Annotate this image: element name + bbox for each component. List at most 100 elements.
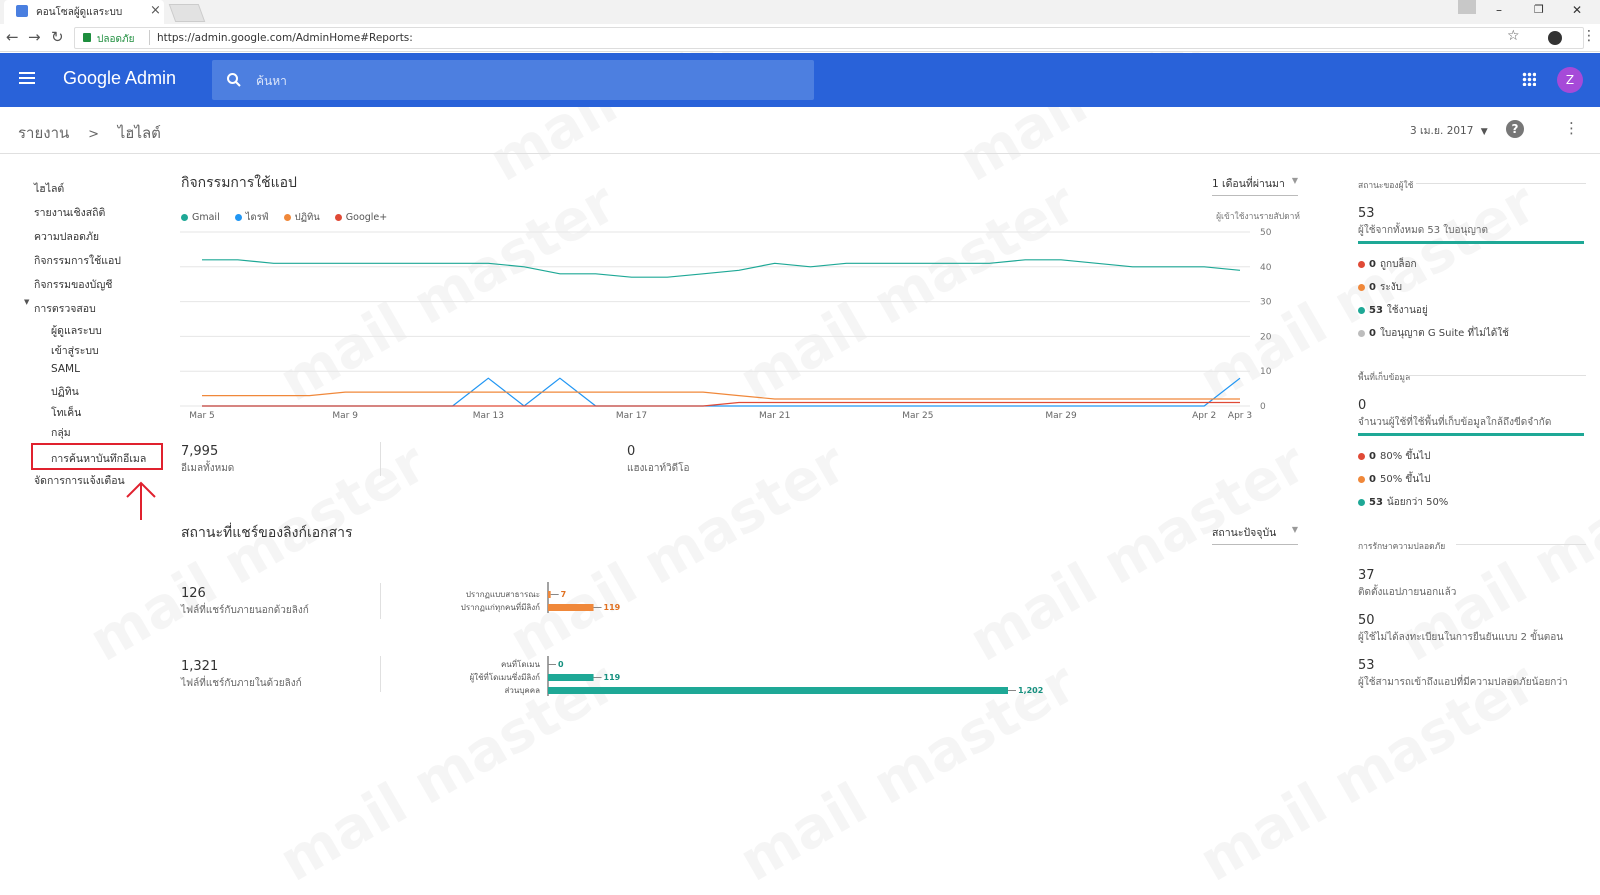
bar	[548, 604, 594, 611]
restore-icon[interactable]: ❐	[1534, 3, 1544, 16]
bookmark-star-icon[interactable]: ☆	[1507, 28, 1520, 44]
status-row-blocked: 0 ถูกบล็อก	[1358, 257, 1417, 272]
status-dot	[1358, 498, 1365, 506]
sharing-status-dropdown[interactable]: สถานะปัจจุบัน ▼	[1212, 524, 1298, 545]
sidebar-item-statistics[interactable]: รายงานเชิงสถิติ	[34, 204, 105, 221]
sidebar-item-calendar[interactable]: ปฏิทิน	[51, 383, 79, 400]
date-label: 3 เม.ย. 2017	[1410, 125, 1474, 137]
divider	[380, 442, 381, 476]
legend-item-googleplus: Google+	[334, 212, 388, 223]
legend-label: Google+	[345, 212, 388, 223]
url-text: https://admin.google.com/AdminHome#Repor…	[157, 32, 413, 44]
bar-category-label: คนที่โดเมน	[501, 658, 541, 669]
breadcrumb-bar: รายงาน > ไฮไลต์ 3 เม.ย. 2017 ▼ ? ⋮	[0, 108, 1600, 154]
sidebar-item-admin[interactable]: ผู้ดูแลระบบ	[51, 322, 102, 339]
lock-icon	[83, 33, 91, 42]
sidebar-item-manage-alerts[interactable]: จัดการการแจ้งเตือน	[34, 472, 125, 489]
period-label: 1 เดือนที่ผ่านมา	[1212, 178, 1285, 190]
breadcrumb-root[interactable]: รายงาน	[18, 124, 69, 142]
breadcrumb-separator: >	[88, 127, 99, 142]
status-label: 50% ขึ้นไป	[1379, 474, 1431, 485]
storage-panel: พื้นที่เก็บข้อมูล	[1358, 370, 1586, 384]
browser-tab[interactable]: คอนโซลผู้ดูแลระบบ ×	[4, 0, 164, 24]
sidebar-item-groups[interactable]: กลุ่ม	[51, 424, 71, 441]
storage-caption: จำนวนผู้ใช้ที่ใช้พื้นที่เก็บข้อมูลใกล้ถึ…	[1358, 417, 1552, 428]
new-tab-button[interactable]	[168, 4, 206, 22]
series-line-ปฏิทิน	[202, 391, 1240, 400]
y-tick-label: 50	[1260, 228, 1272, 238]
sharing-dropdown-icon: ▼	[1291, 525, 1298, 534]
divider	[380, 583, 381, 619]
status-label: น้อยกว่า 50%	[1386, 497, 1449, 508]
hamburger-menu-icon[interactable]	[19, 72, 35, 74]
back-icon[interactable]: ←	[6, 28, 19, 46]
status-count: 53	[1369, 497, 1383, 508]
window-close-icon[interactable]: ✕	[1572, 3, 1582, 17]
search-placeholder: ค้นหา	[256, 74, 287, 88]
bar-category-label: ผู้ใช้ที่โดเมนซึ่งมีลิงก์	[469, 671, 540, 683]
reload-icon[interactable]: ↻	[51, 28, 64, 46]
divider	[1416, 183, 1586, 184]
series-line-Gmail	[202, 259, 1241, 278]
apps-grid-icon[interactable]	[1522, 72, 1536, 86]
storage-row-50: 0 50% ขึ้นไป	[1358, 472, 1430, 487]
sidebar-item-saml[interactable]: SAML	[51, 363, 80, 375]
more-options-icon[interactable]: ⋮	[1564, 119, 1579, 137]
sidebar-item-account-activity[interactable]: กิจกรรมของบัญชี	[34, 276, 112, 293]
extension-icon[interactable]	[1548, 31, 1562, 45]
help-icon[interactable]: ?	[1506, 120, 1524, 138]
divider	[380, 656, 381, 692]
tab-close-icon[interactable]: ×	[150, 3, 161, 18]
bar-category-label: ปรากฏแบบสาธารณะ	[466, 590, 540, 599]
legend-label: ปฏิทิน	[294, 212, 320, 223]
security-panel: การรักษาความปลอดภัย	[1358, 539, 1586, 553]
date-dropdown-icon: ▼	[1480, 127, 1488, 137]
bar-value-label: 7	[561, 590, 567, 599]
storage-heading: พื้นที่เก็บข้อมูล	[1358, 373, 1411, 383]
security-caption: ติดตั้งแอปภายนอกแล้ว	[1358, 587, 1457, 598]
profile-icon[interactable]	[1458, 0, 1476, 14]
sidebar-item-token[interactable]: โทเค็น	[51, 404, 81, 421]
x-tick-label: Mar 21	[759, 411, 790, 421]
status-label: ใบอนุญาต G Suite ที่ไม่ได้ใช้	[1379, 328, 1509, 339]
search-box[interactable]: ค้นหา	[212, 60, 814, 100]
status-count: 0	[1369, 259, 1376, 270]
user-status-caption: ผู้ใช้จากทั้งหมด 53 ใบอนุญาต	[1358, 225, 1488, 236]
sidebar-item-highlights[interactable]: ไฮไลต์	[34, 180, 64, 197]
sidebar-item-security[interactable]: ความปลอดภัย	[34, 228, 99, 245]
external-sharing-bar-chart: ปรากฏแบบสาธารณะ 7 ปรากฏแก่ทุกคนที่มีลิงก์ 1…	[461, 582, 621, 613]
legend-item-calendar: ปฏิทิน	[283, 212, 320, 223]
storage-row-under-50: 53 น้อยกว่า 50%	[1358, 495, 1448, 510]
admin-favicon-icon	[16, 5, 28, 17]
legend-dot	[234, 214, 242, 221]
browser-menu-icon[interactable]: ⋮	[1582, 28, 1596, 44]
url-field[interactable]: ปลอดภัย https://admin.google.com/AdminHo…	[74, 27, 1584, 49]
divider	[1456, 544, 1586, 545]
avatar[interactable]: Z	[1557, 67, 1583, 93]
bar	[548, 674, 594, 681]
divider	[1408, 375, 1586, 376]
forward-icon[interactable]: →	[28, 28, 41, 46]
legend-dot	[283, 214, 291, 221]
minimize-icon[interactable]: –	[1496, 3, 1502, 17]
sidebar-item-app-activity[interactable]: กิจกรรมการใช้แอป	[34, 252, 121, 269]
expand-caret-icon[interactable]: ▼	[24, 298, 29, 306]
hangouts-value: 0	[627, 444, 636, 459]
bar-category-label: ส่วนบุคคล	[504, 686, 540, 695]
sidebar-item-email-log-search[interactable]: การค้นหาบันทึกอีเมล	[51, 450, 146, 467]
bar-value-label: 119	[604, 603, 621, 612]
security-heading: การรักษาความปลอดภัย	[1358, 542, 1446, 552]
date-selector[interactable]: 3 เม.ย. 2017 ▼	[1410, 122, 1488, 139]
sidebar-item-audit[interactable]: การตรวจสอบ	[34, 300, 96, 317]
user-status-value: 53	[1358, 206, 1375, 221]
emails-total-value: 7,995	[181, 444, 219, 459]
y-tick-label: 30	[1260, 298, 1272, 308]
y-tick-label: 0	[1260, 402, 1266, 412]
period-dropdown[interactable]: 1 เดือนที่ผ่านมา ▼	[1212, 175, 1298, 196]
period-dropdown-icon: ▼	[1291, 176, 1298, 185]
status-dot	[1358, 283, 1365, 291]
legend-label: Gmail	[192, 212, 220, 223]
sidebar-item-login[interactable]: เข้าสู่ระบบ	[51, 342, 99, 359]
bar-value-label: 0	[558, 660, 564, 669]
status-label: ถูกบล็อก	[1379, 259, 1417, 270]
